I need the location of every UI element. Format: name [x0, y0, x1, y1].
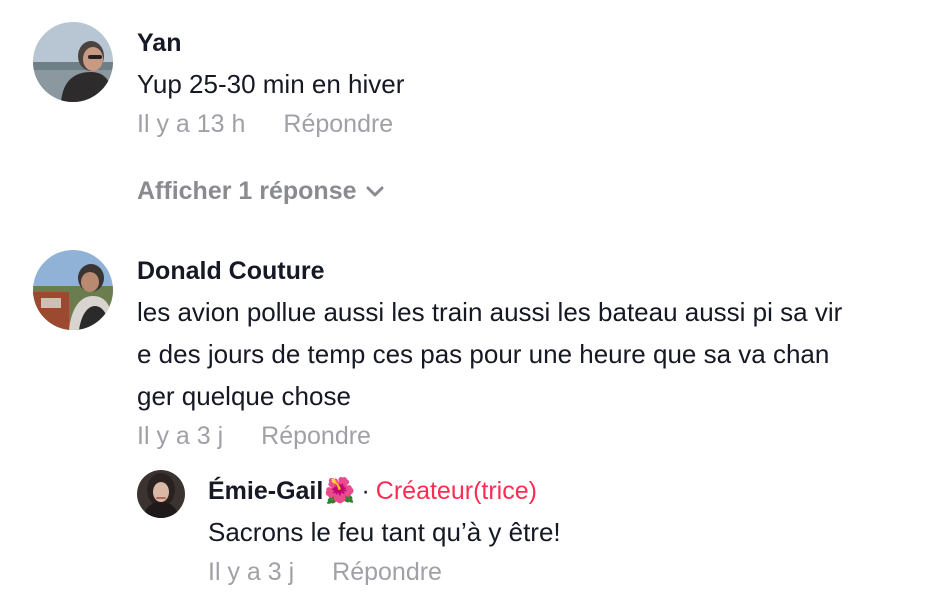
creator-badge: Créateur(trice)	[375, 477, 537, 505]
comment-meta: Il y a 3 j Répondre	[137, 421, 371, 451]
comment-text: Yup 25-30 min en hiver	[137, 69, 405, 99]
avatar-emie-gail[interactable]	[137, 470, 185, 518]
comment-text-line: les avion pollue aussi les train aussi l…	[137, 297, 843, 327]
comment-text-line: ger quelque chose	[137, 381, 351, 411]
reply-author[interactable]: Émie-Gail	[208, 477, 323, 505]
avatar-yan[interactable]	[33, 22, 113, 102]
reply-button[interactable]: Répondre	[332, 558, 442, 586]
comment-meta: Il y a 13 h Répondre	[137, 109, 393, 139]
avatar-donald-couture[interactable]	[33, 250, 113, 330]
comment-author[interactable]: Yan	[137, 28, 181, 58]
reply-button[interactable]: Répondre	[261, 422, 371, 450]
show-replies-button[interactable]: Afficher 1 réponse	[137, 176, 385, 206]
show-replies-label: Afficher 1 réponse	[137, 177, 357, 205]
separator-dot: ·	[361, 477, 370, 505]
reply-meta: Il y a 3 j Répondre	[208, 557, 442, 587]
comment-text-line: e des jours de temp ces pas pour une heu…	[137, 339, 830, 369]
chevron-down-icon	[365, 176, 385, 206]
reply-header: Émie-Gail🌺 · Créateur(trice)	[208, 476, 537, 506]
comment-time: Il y a 13 h	[137, 110, 246, 138]
comment-author[interactable]: Donald Couture	[137, 256, 325, 286]
reply-button[interactable]: Répondre	[283, 110, 393, 138]
reply-text: Sacrons le feu tant qu’à y être!	[208, 517, 561, 547]
hibiscus-icon: 🌺	[324, 477, 356, 505]
reply-time: Il y a 3 j	[208, 558, 295, 586]
comment-time: Il y a 3 j	[137, 422, 224, 450]
